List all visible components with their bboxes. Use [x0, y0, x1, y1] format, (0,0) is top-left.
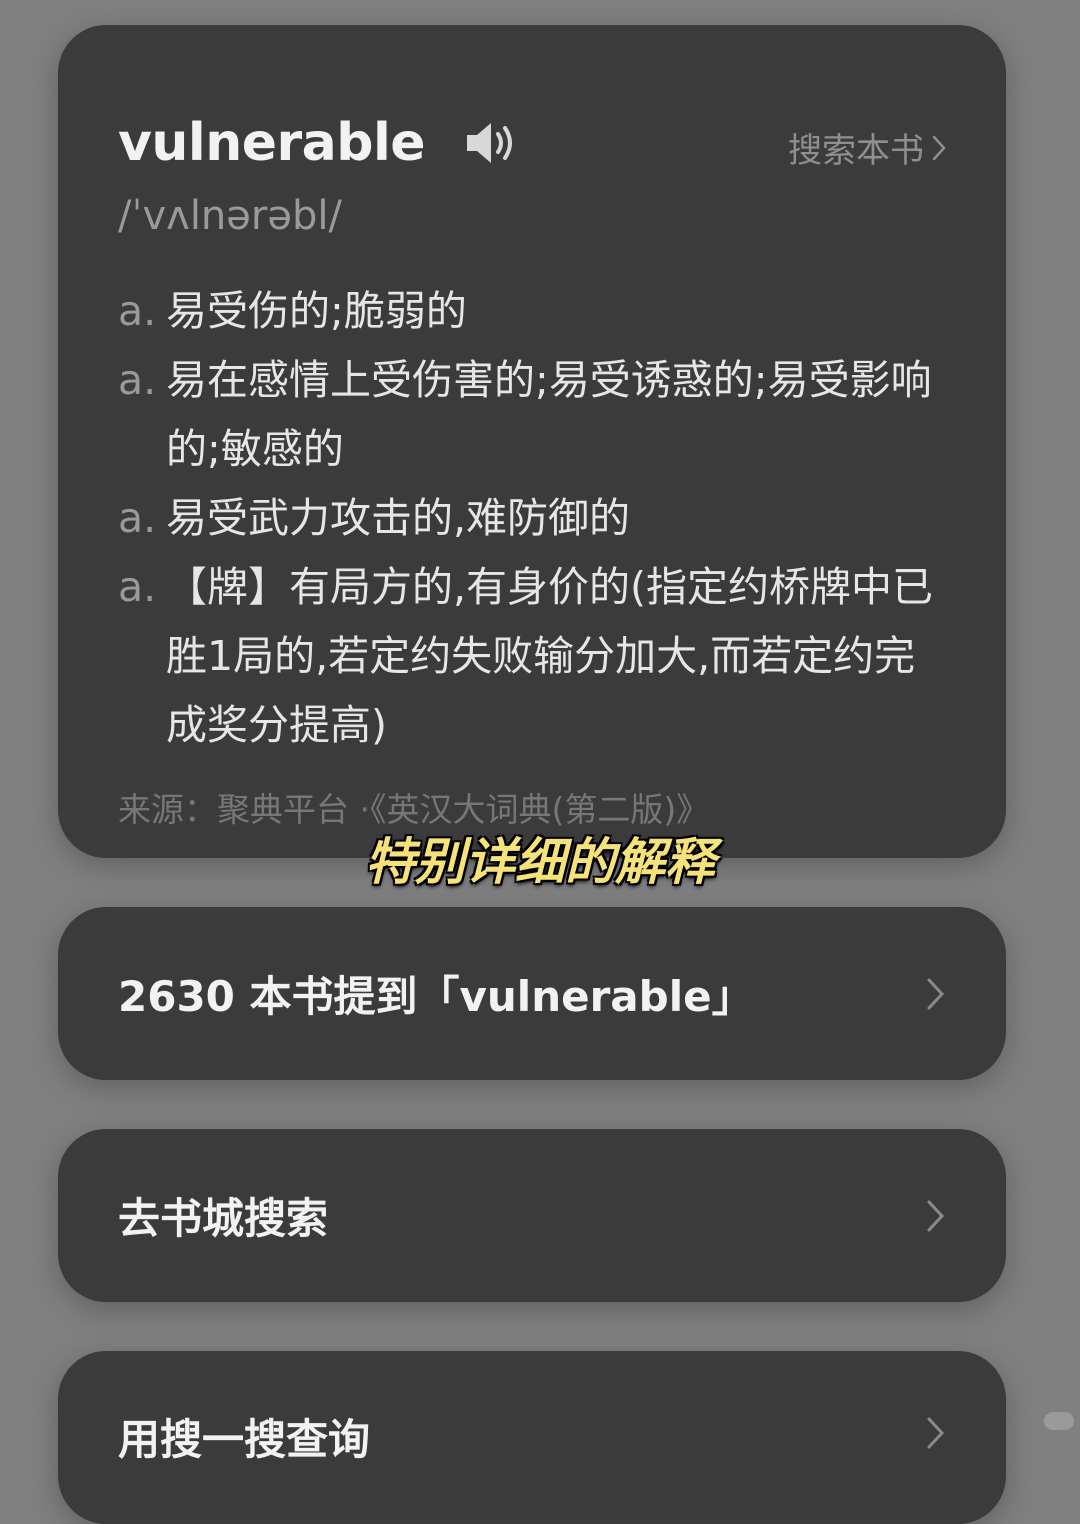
definition-text: 【牌】有局方的,有身价的(指定约桥牌中已胜1局的,若定约失败输分加大,而若定约完…: [166, 563, 934, 749]
part-of-speech: a.: [118, 563, 157, 611]
chevron-right-icon: [932, 135, 946, 160]
sousou-search-button[interactable]: 用搜一搜查询: [58, 1351, 1006, 1524]
chevron-right-icon: [927, 1200, 945, 1231]
sousou-search-label: 用搜一搜查询: [118, 1415, 371, 1464]
word-row: vulnerable: [118, 113, 519, 173]
video-subtitle: 特别详细的解释: [365, 833, 715, 891]
definitions-list: a. 易受伤的;脆弱的 a. 易在感情上受伤害的;易受诱惑的;易受影响的;敏感的…: [118, 277, 948, 760]
book-mentions-label: 2630 本书提到「vulnerable」: [118, 972, 754, 1021]
chevron-right-icon: [927, 978, 945, 1009]
watermark-logo: [1044, 1412, 1074, 1430]
phonetic: /ˈvʌlnərəbl/: [118, 193, 342, 239]
search-book-label: 搜索本书: [788, 131, 924, 171]
dictionary-card: vulnerable 搜索本书 /ˈvʌlnərəbl/ a. 易受伤的;脆弱的…: [58, 25, 1006, 858]
definition-text: 易在感情上受伤害的;易受诱惑的;易受影响的;敏感的: [166, 356, 932, 473]
definition-text: 易受武力攻击的,难防御的: [166, 494, 631, 542]
headword: vulnerable: [118, 113, 426, 173]
part-of-speech: a.: [118, 494, 157, 542]
chevron-right-icon: [927, 1417, 945, 1449]
book-mentions-button[interactable]: 2630 本书提到「vulnerable」: [58, 907, 1006, 1080]
definition-item: a. 易受武力攻击的,难防御的: [118, 484, 948, 553]
definition-item: a. 易受伤的;脆弱的: [118, 277, 948, 346]
part-of-speech: a.: [118, 287, 157, 335]
bookstore-search-label: 去书城搜索: [118, 1194, 329, 1243]
definition-item: a. 【牌】有局方的,有身价的(指定约桥牌中已胜1局的,若定约失败输分加大,而若…: [118, 553, 948, 760]
part-of-speech: a.: [118, 356, 157, 404]
bookstore-search-button[interactable]: 去书城搜索: [58, 1129, 1006, 1302]
definition-text: 易受伤的;脆弱的: [166, 287, 467, 335]
definition-item: a. 易在感情上受伤害的;易受诱惑的;易受影响的;敏感的: [118, 346, 948, 484]
speaker-icon[interactable]: [463, 119, 519, 167]
search-book-link[interactable]: 搜索本书: [788, 123, 946, 172]
